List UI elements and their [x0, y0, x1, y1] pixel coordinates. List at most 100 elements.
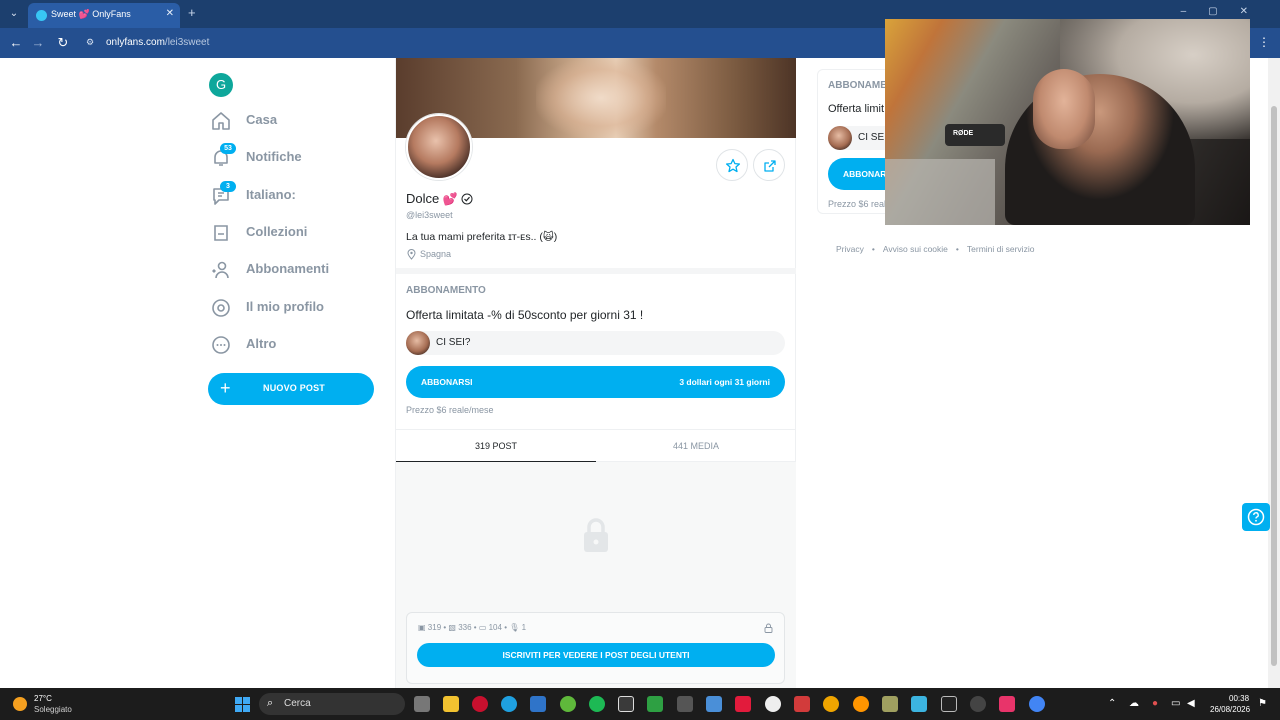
notification-center-icon[interactable]: ⚑ — [1258, 698, 1267, 709]
tab-media[interactable]: 441 MEDIA — [596, 430, 796, 463]
share-button[interactable] — [753, 149, 785, 181]
profile-avatar[interactable] — [406, 114, 472, 180]
volume-icon[interactable]: ◀ — [1187, 698, 1195, 709]
reload-icon[interactable]: ↻ — [55, 35, 71, 51]
sidebar-item-label: Abbonamenti — [246, 261, 330, 276]
tab-posts[interactable]: 319 POST — [396, 430, 596, 463]
profile-name: Dolce 💕 — [406, 191, 458, 206]
forward-arrow-icon[interactable]: → — [30, 35, 46, 51]
new-post-button[interactable]: + NUOVO POST — [208, 373, 374, 405]
clock-date[interactable]: 26/08/2026 — [1210, 705, 1250, 714]
help-button[interactable] — [1242, 503, 1270, 531]
app-orange-icon[interactable] — [853, 696, 869, 712]
sidebar-item-collezioni[interactable]: Collezioni — [210, 218, 380, 248]
subscribe-to-see-posts-button[interactable]: ISCRIVITI PER VEDERE I POST DEGLI UTENTI — [417, 643, 775, 667]
sidebar-item-messages[interactable]: 3 Italiano: — [210, 181, 380, 211]
audio-count: 1 — [521, 623, 527, 632]
right-creator-message-text: CI SEI — [858, 132, 887, 143]
app-white-icon[interactable] — [765, 696, 781, 712]
lock-icon — [584, 518, 608, 552]
browser-tab[interactable]: Sweet 💕 OnlyFans ✕ — [28, 3, 180, 28]
cover-image-detail — [536, 58, 666, 138]
chrome-icon[interactable] — [1029, 696, 1045, 712]
profile-bio: La tua mami preferita ɪᴛ-ᴇs.. (🙀) — [406, 231, 558, 243]
tray-chevron-icon[interactable]: ⌃ — [1108, 698, 1116, 709]
site-info-icon[interactable]: ⚙ — [86, 37, 98, 49]
cloud-icon[interactable]: ☁ — [1129, 698, 1139, 709]
sidebar-item-casa[interactable]: Casa — [210, 106, 380, 136]
home-icon — [212, 112, 230, 130]
profile-column: Dolce 💕 @lei3sweet La tua mami preferita… — [395, 58, 796, 688]
clock-time[interactable]: 00:38 — [1229, 694, 1249, 703]
tab-close-icon[interactable]: ✕ — [166, 8, 174, 19]
microphone-icon: 🎙 — [509, 623, 520, 632]
sidebar-item-altro[interactable]: Altro — [210, 330, 380, 360]
app-red-icon[interactable] — [472, 696, 488, 712]
microphone-tray-icon[interactable]: ● — [1152, 698, 1158, 709]
url-field[interactable]: ⚙ onlyfans.com/lei3sweet — [82, 32, 882, 54]
subscribe-button[interactable]: ABBONARSI 3 dollari ogni 31 giorni — [406, 366, 785, 398]
epic-games-icon[interactable] — [941, 696, 957, 712]
sidebar-item-abbonamenti[interactable]: Abbonamenti — [210, 255, 380, 285]
subscribe-button-price: 3 dollari ogni 31 giorni — [679, 377, 770, 387]
app-red-square-icon[interactable] — [735, 696, 751, 712]
creator-mini-avatar[interactable] — [406, 331, 430, 355]
back-arrow-icon[interactable]: ← — [8, 35, 24, 51]
tab-title: Sweet 💕 OnlyFans — [51, 9, 131, 19]
app-dark-icon[interactable] — [970, 696, 986, 712]
webcam-overlay: RØDE — [885, 19, 1250, 225]
right-creator-avatar[interactable] — [828, 126, 852, 150]
plus-icon: + — [220, 378, 231, 398]
browser-menu-icon[interactable]: ⋮ — [1258, 35, 1270, 49]
taskbar-search[interactable]: ⌕ Cerca — [259, 693, 405, 715]
windows-taskbar: 27°C Soleggiato ⌕ Cerca ⌃ ☁ ● ▭ ◀ 00:38 … — [0, 688, 1280, 720]
profile-icon — [212, 299, 230, 317]
app-gray-icon[interactable] — [677, 696, 693, 712]
image-icon: ▧ — [448, 623, 456, 632]
profile-handle: @lei3sweet — [406, 210, 453, 220]
sidebar-item-il-mio-profilo[interactable]: Il mio profilo — [210, 293, 380, 323]
verified-icon — [461, 193, 473, 205]
weather-temperature[interactable]: 27°C — [34, 694, 52, 703]
window-controls[interactable]: –▢✕ — [1181, 6, 1270, 17]
subscription-offer: Offerta limitata -% di 50sconto per gior… — [406, 308, 644, 322]
sidebar-item-notifiche[interactable]: 53 Notifiche — [210, 143, 380, 173]
sun-icon[interactable] — [13, 697, 27, 711]
app-green-icon[interactable] — [560, 696, 576, 712]
footer-link-privacy[interactable]: Privacy — [836, 244, 864, 254]
app-grid-icon[interactable] — [706, 696, 722, 712]
profile-location: Spagna — [420, 249, 452, 259]
favorite-button[interactable] — [716, 149, 748, 181]
subscriptions-icon — [212, 261, 229, 279]
subscription-price-note: Prezzo $6 reale/mese — [406, 405, 494, 415]
game-controller-icon[interactable] — [794, 696, 810, 712]
store-icon[interactable] — [618, 696, 634, 712]
network-icon[interactable]: ▭ — [1171, 698, 1180, 709]
spotify-icon[interactable] — [589, 696, 605, 712]
edge-icon[interactable] — [501, 696, 517, 712]
weather-description[interactable]: Soleggiato — [34, 705, 72, 714]
task-view-icon[interactable] — [414, 696, 430, 712]
user-avatar[interactable]: G — [209, 73, 233, 97]
new-tab-button[interactable]: + — [188, 5, 196, 20]
page-scrollbar[interactable] — [1268, 58, 1280, 688]
sidebar-item-label: Casa — [246, 112, 278, 127]
app-green-square-icon[interactable] — [647, 696, 663, 712]
app-pink-icon[interactable] — [999, 696, 1015, 712]
new-post-label: NUOVO POST — [263, 383, 326, 393]
tab-list-chevron-icon[interactable]: ⌄ — [6, 6, 22, 22]
mail-icon[interactable] — [530, 696, 546, 712]
help-icon — [1247, 508, 1265, 526]
chrome-alt-icon[interactable] — [823, 696, 839, 712]
footer-link-cookies[interactable]: Avviso sui cookie — [883, 244, 948, 254]
posts-icon: ▣ — [418, 623, 426, 632]
subscribe-button-label: ABBONARSI — [421, 377, 473, 387]
app-olive-icon[interactable] — [882, 696, 898, 712]
sidebar-item-label: Collezioni — [246, 224, 308, 239]
file-explorer-icon[interactable] — [443, 696, 459, 712]
download-icon[interactable] — [911, 696, 927, 712]
url-text: onlyfans.com/lei3sweet — [106, 37, 209, 48]
scrollbar-thumb[interactable] — [1271, 106, 1277, 666]
footer-link-terms[interactable]: Termini di servizio — [967, 244, 1035, 254]
windows-start-icon[interactable] — [235, 697, 250, 712]
